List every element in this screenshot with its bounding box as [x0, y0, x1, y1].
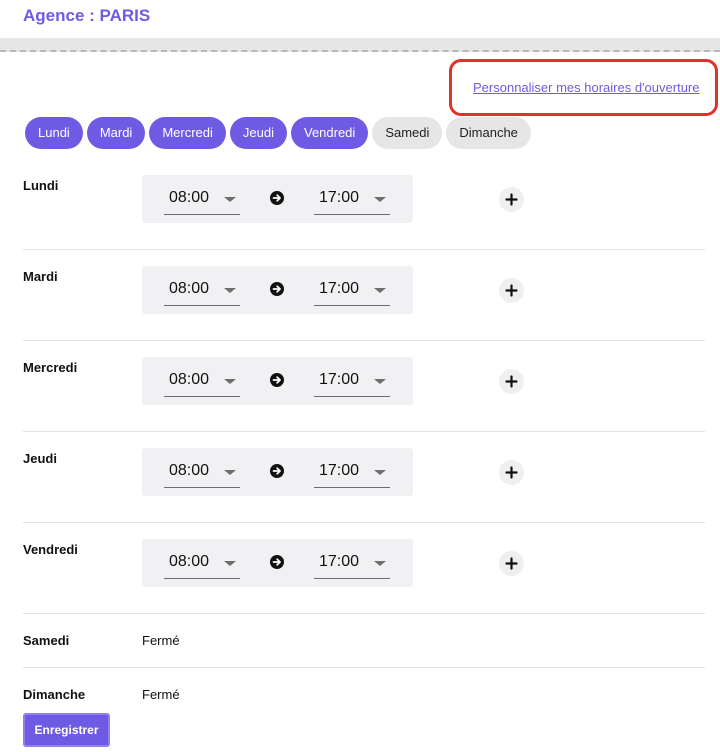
arrow-right-circle-icon: [270, 555, 284, 569]
close-time-select[interactable]: 17:00: [314, 274, 390, 306]
caret-down-icon: [374, 288, 386, 293]
open-time-value: 08:00: [169, 280, 210, 297]
day-chip-lundi[interactable]: Lundi: [25, 117, 83, 149]
close-time-select[interactable]: 17:00: [314, 456, 390, 488]
day-chip-vendredi[interactable]: Vendredi: [290, 117, 369, 149]
day-chip-mercredi[interactable]: Mercredi: [149, 117, 226, 149]
open-time-value: 08:00: [169, 371, 210, 388]
save-button[interactable]: Enregistrer: [23, 713, 110, 747]
arrow-right-circle-icon: [270, 191, 284, 205]
open-time-value: 08:00: [169, 189, 210, 206]
caret-down-icon: [224, 288, 236, 293]
add-slot-button[interactable]: [499, 278, 524, 303]
add-slot-button[interactable]: [499, 460, 524, 485]
hours-range: 08:00 17:00: [142, 266, 413, 314]
day-label: Jeudi: [23, 451, 57, 466]
close-time-value: 17:00: [319, 553, 360, 570]
close-time-value: 17:00: [319, 280, 360, 297]
close-time-value: 17:00: [319, 371, 360, 388]
arrow-right-circle-icon: [270, 373, 284, 387]
caret-down-icon: [224, 561, 236, 566]
open-time-value: 08:00: [169, 553, 210, 570]
caret-down-icon: [374, 379, 386, 384]
day-chip-dimanche[interactable]: Dimanche: [446, 117, 531, 149]
day-label: Dimanche: [23, 687, 86, 702]
plus-icon: [505, 375, 518, 388]
close-time-select[interactable]: 17:00: [314, 365, 390, 397]
caret-down-icon: [224, 197, 236, 202]
open-time-select[interactable]: 08:00: [164, 547, 240, 579]
close-time-select[interactable]: 17:00: [314, 547, 390, 579]
day-label: Mercredi: [23, 360, 78, 375]
open-time-select[interactable]: 08:00: [164, 365, 240, 397]
agency-title: Agence : PARIS: [23, 6, 151, 25]
caret-down-icon: [224, 470, 236, 475]
arrow-right-circle-icon: [270, 282, 284, 296]
add-slot-button[interactable]: [499, 187, 524, 212]
day-label: Vendredi: [23, 542, 78, 557]
schedule-row-vendredi: Vendredi 08:00 17:00: [23, 539, 705, 614]
caret-down-icon: [224, 379, 236, 384]
closed-status: Fermé: [142, 633, 180, 648]
day-label: Lundi: [23, 178, 59, 193]
schedule-row-samedi: Samedi Fermé: [23, 633, 705, 668]
open-time-select[interactable]: 08:00: [164, 456, 240, 488]
schedule-row-mardi: Mardi 08:00 17:00: [23, 266, 705, 341]
day-chip-group: Lundi Mardi Mercredi Jeudi Vendredi Same…: [25, 117, 531, 149]
day-chip-samedi[interactable]: Samedi: [372, 117, 443, 149]
add-slot-button[interactable]: [499, 369, 524, 394]
schedule-row-dimanche: Dimanche Fermé: [23, 687, 705, 707]
day-label: Samedi: [23, 633, 70, 648]
schedule-row-jeudi: Jeudi 08:00 17:00: [23, 448, 705, 523]
plus-icon: [505, 193, 518, 206]
day-label: Mardi: [23, 269, 58, 284]
plus-icon: [505, 557, 518, 570]
hours-range: 08:00 17:00: [142, 539, 413, 587]
open-time-select[interactable]: 08:00: [164, 183, 240, 215]
hours-range: 08:00 17:00: [142, 448, 413, 496]
close-time-value: 17:00: [319, 189, 360, 206]
caret-down-icon: [374, 561, 386, 566]
caret-down-icon: [374, 197, 386, 202]
schedule-row-lundi: Lundi 08:00 17:00: [23, 175, 705, 250]
caret-down-icon: [374, 470, 386, 475]
schedule-row-mercredi: Mercredi 08:00 17:00: [23, 357, 705, 432]
close-time-value: 17:00: [319, 462, 360, 479]
open-time-value: 08:00: [169, 462, 210, 479]
arrow-right-circle-icon: [270, 464, 284, 478]
hours-range: 08:00 17:00: [142, 175, 413, 223]
highlight-annotation: [449, 59, 718, 116]
add-slot-button[interactable]: [499, 551, 524, 576]
closed-status: Fermé: [142, 687, 180, 702]
plus-icon: [505, 466, 518, 479]
day-chip-mardi[interactable]: Mardi: [86, 117, 146, 149]
hours-range: 08:00 17:00: [142, 357, 413, 405]
header-divider: [0, 38, 720, 52]
plus-icon: [505, 284, 518, 297]
day-chip-jeudi[interactable]: Jeudi: [229, 117, 287, 149]
close-time-select[interactable]: 17:00: [314, 183, 390, 215]
open-time-select[interactable]: 08:00: [164, 274, 240, 306]
